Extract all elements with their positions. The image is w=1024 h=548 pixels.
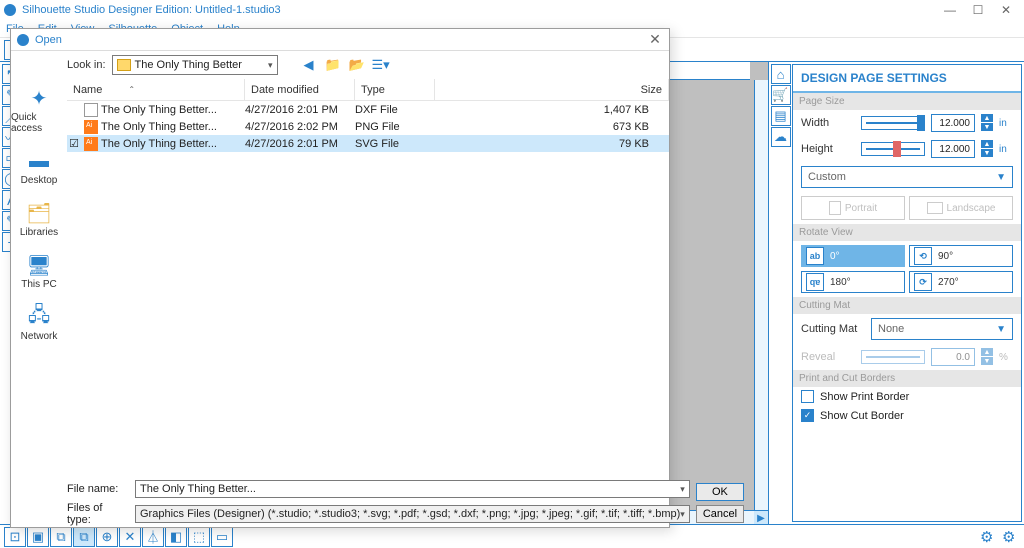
- section-page-size: Page Size: [793, 93, 1021, 110]
- chevron-down-icon: ▼: [996, 324, 1006, 335]
- section-cutting-mat: Cutting Mat: [793, 297, 1021, 314]
- place-desktop[interactable]: ▬Desktop: [11, 146, 67, 190]
- section-rotate-view: Rotate View: [793, 224, 1021, 241]
- btool-9-icon[interactable]: ⬚: [188, 527, 210, 547]
- height-unit: in: [999, 144, 1013, 155]
- rotate-270-button[interactable]: ⟳270°: [909, 271, 1013, 293]
- width-value[interactable]: 12.000: [931, 114, 975, 132]
- file-list[interactable]: Name⌃ Date modified Type Size The Only T…: [67, 79, 669, 479]
- file-row[interactable]: ☑The Only Thing Better...4/27/2016 2:01 …: [67, 135, 669, 152]
- nav-views-icon[interactable]: ☰▾: [372, 56, 390, 74]
- rotate-0-button[interactable]: ab0°: [801, 245, 905, 267]
- height-value[interactable]: 12.000: [931, 140, 975, 158]
- open-dialog: Open ✕ Look in: The Only Thing Better ▾ …: [10, 28, 670, 528]
- window-title: Silhouette Studio Designer Edition: Unti…: [22, 4, 936, 16]
- dialog-title: Open: [35, 34, 647, 46]
- dialog-logo-icon: [17, 34, 29, 46]
- close-button[interactable]: ✕: [992, 0, 1020, 20]
- reveal-slider: [861, 350, 925, 364]
- chevron-down-icon: ▼: [996, 172, 1006, 183]
- filetype-label: Files of type:: [67, 502, 129, 526]
- place-network[interactable]: 🖧Network: [11, 302, 67, 346]
- place-this-pc[interactable]: 🖥This PC: [11, 250, 67, 294]
- folder-icon: [117, 59, 131, 71]
- btool-10-icon[interactable]: ▭: [211, 527, 233, 547]
- place-quick-access[interactable]: ✦Quick access: [11, 83, 67, 138]
- file-row[interactable]: The Only Thing Better...4/27/2016 2:01 P…: [67, 101, 669, 118]
- height-spinner[interactable]: ▲▼: [981, 140, 993, 158]
- rail-cart-icon[interactable]: 🛒: [771, 85, 791, 105]
- filetype-dropdown[interactable]: Graphics Files (Designer) (*.studio; *.s…: [135, 505, 690, 523]
- filename-input[interactable]: The Only Thing Better...▾: [135, 480, 690, 498]
- width-label: Width: [801, 117, 855, 129]
- btool-3-icon[interactable]: ⧉: [50, 527, 72, 547]
- maximize-button[interactable]: ☐: [964, 0, 992, 20]
- lookin-label: Look in:: [67, 59, 106, 71]
- col-header-type: Type: [355, 79, 435, 100]
- btool-1-icon[interactable]: ⊡: [4, 527, 26, 547]
- app-logo-icon: [4, 4, 16, 16]
- reveal-value: 0.0: [931, 348, 975, 366]
- rotate-90-button[interactable]: ⟲90°: [909, 245, 1013, 267]
- btool-7-icon[interactable]: ⏃: [142, 527, 164, 547]
- col-header-size: Size: [435, 79, 669, 100]
- file-row[interactable]: The Only Thing Better...4/27/2016 2:02 P…: [67, 118, 669, 135]
- dialog-close-button[interactable]: ✕: [647, 31, 663, 48]
- sort-asc-icon: ⌃: [128, 85, 135, 94]
- scrollbar-vertical[interactable]: [754, 80, 768, 510]
- orientation-portrait-button[interactable]: Portrait: [801, 196, 905, 220]
- ok-button[interactable]: OK: [696, 483, 744, 501]
- lookin-dropdown[interactable]: The Only Thing Better ▾: [112, 55, 278, 75]
- show-print-border-checkbox[interactable]: Show Print Border: [793, 387, 1021, 406]
- reveal-spinner: ▲▼: [981, 348, 993, 366]
- btool-5-icon[interactable]: ⊕: [96, 527, 118, 547]
- height-slider[interactable]: [861, 142, 925, 156]
- reveal-label: Reveal: [801, 351, 855, 363]
- settings-gear-icon[interactable]: ⚙: [980, 528, 996, 544]
- cutting-mat-label: Cutting Mat: [801, 323, 865, 335]
- btool-4-icon[interactable]: ⧉: [73, 527, 95, 547]
- minimize-button[interactable]: —: [936, 0, 964, 20]
- rotate-180-button[interactable]: qɐ180°: [801, 271, 905, 293]
- cutting-mat-dropdown[interactable]: None▼: [871, 318, 1013, 340]
- width-slider[interactable]: [861, 116, 925, 130]
- width-unit: in: [999, 118, 1013, 129]
- nav-back-icon[interactable]: ◀: [300, 56, 318, 74]
- rail-lib-icon[interactable]: ▤: [771, 106, 791, 126]
- height-label: Height: [801, 143, 855, 155]
- cancel-button[interactable]: Cancel: [696, 505, 744, 523]
- btool-6-icon[interactable]: ✕: [119, 527, 141, 547]
- page-preset-dropdown[interactable]: Custom▼: [801, 166, 1013, 188]
- show-cut-border-checkbox[interactable]: ✓ Show Cut Border: [793, 406, 1021, 425]
- rail-shop-icon[interactable]: ⌂: [771, 64, 791, 84]
- col-header-date: Date modified: [245, 79, 355, 100]
- section-print-cut: Print and Cut Borders: [793, 370, 1021, 387]
- col-header-name: Name⌃: [67, 79, 245, 100]
- width-spinner[interactable]: ▲▼: [981, 114, 993, 132]
- reveal-unit: %: [999, 352, 1013, 363]
- checkbox-checked-icon: ✓: [801, 409, 814, 422]
- design-page-settings-panel: DESIGN PAGE SETTINGS Page Size Width 12.…: [792, 64, 1022, 522]
- place-libraries[interactable]: 🗂Libraries: [11, 198, 67, 242]
- file-list-header[interactable]: Name⌃ Date modified Type Size: [67, 79, 669, 101]
- btool-2-icon[interactable]: ▣: [27, 527, 49, 547]
- panel-heading: DESIGN PAGE SETTINGS: [793, 65, 1021, 93]
- nav-new-folder-icon[interactable]: 📂: [348, 56, 366, 74]
- right-tool-rail: ⌂ 🛒 ▤ ☁: [768, 62, 792, 524]
- scroll-right-icon[interactable]: ▶: [754, 511, 768, 524]
- rail-cloud-icon[interactable]: ☁: [771, 127, 791, 147]
- preferences-gear-icon[interactable]: ⚙: [1002, 528, 1018, 544]
- orientation-landscape-button[interactable]: Landscape: [909, 196, 1013, 220]
- nav-up-icon[interactable]: 📁: [324, 56, 342, 74]
- checkbox-icon: [801, 390, 814, 403]
- filename-label: File name:: [67, 483, 129, 495]
- btool-8-icon[interactable]: ◧: [165, 527, 187, 547]
- places-bar: ✦Quick access ▬Desktop 🗂Libraries 🖥This …: [11, 79, 67, 479]
